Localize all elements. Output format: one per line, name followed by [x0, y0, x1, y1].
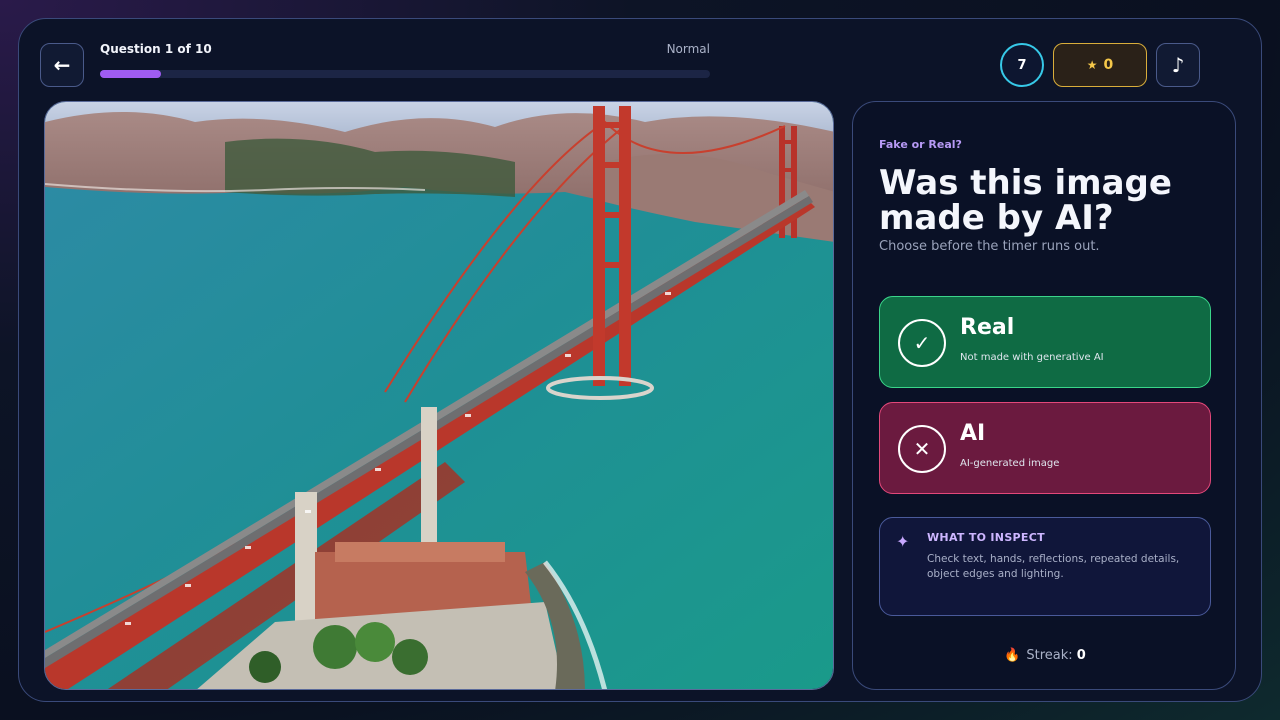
real-answer-button[interactable]: ✓ Real Not made with generative AI — [879, 296, 1211, 388]
question-panel: Fake or Real? Was this image made by AI?… — [852, 101, 1236, 690]
tips-title: WHAT TO INSPECT — [927, 531, 1045, 544]
tips-body: Check text, hands, reflections, repeated… — [927, 553, 1180, 580]
sparkle-icon: ✦ — [896, 532, 910, 551]
music-toggle-button[interactable]: ♪ — [1156, 43, 1200, 87]
question-eyebrow: Fake or Real? — [879, 138, 962, 151]
bridge-photo — [45, 102, 833, 689]
ai-answer-button[interactable]: ✕ AI AI-generated image — [879, 402, 1211, 494]
score-badge: ★ 0 — [1053, 43, 1147, 87]
question-image — [44, 101, 834, 690]
back-button[interactable]: ← — [40, 43, 84, 87]
ai-answer-desc: AI-generated image — [960, 458, 1060, 469]
ai-answer-title: AI — [960, 421, 986, 446]
streak-value: 0 — [1076, 648, 1086, 663]
real-answer-desc: Not made with generative AI — [960, 352, 1104, 363]
star-icon: ★ — [1086, 58, 1098, 72]
flame-icon: 🔥 — [1004, 648, 1021, 663]
x-icon: ✕ — [898, 425, 946, 473]
music-note-icon: ♪ — [1171, 53, 1185, 77]
progress-fill — [100, 70, 161, 78]
check-icon: ✓ — [898, 319, 946, 367]
score-value: 0 — [1103, 57, 1114, 73]
streak-label: Streak: — [1026, 648, 1073, 663]
difficulty-label: Normal — [666, 42, 710, 56]
question-subline: Choose before the timer runs out. — [879, 239, 1100, 254]
streak-counter: 🔥 Streak: 0 — [853, 648, 1237, 663]
arrow-left-icon: ← — [53, 53, 71, 77]
question-headline: Was this image made by AI? — [879, 163, 1172, 238]
question-counter: Question 1 of 10 — [100, 42, 212, 56]
real-answer-title: Real — [960, 315, 1015, 340]
progress-bar — [100, 70, 710, 78]
timer-value: 7 — [1017, 57, 1027, 73]
timer-badge: 7 — [1000, 43, 1044, 87]
inspect-tips-card: ✦ WHAT TO INSPECT Check text, hands, ref… — [879, 517, 1211, 616]
